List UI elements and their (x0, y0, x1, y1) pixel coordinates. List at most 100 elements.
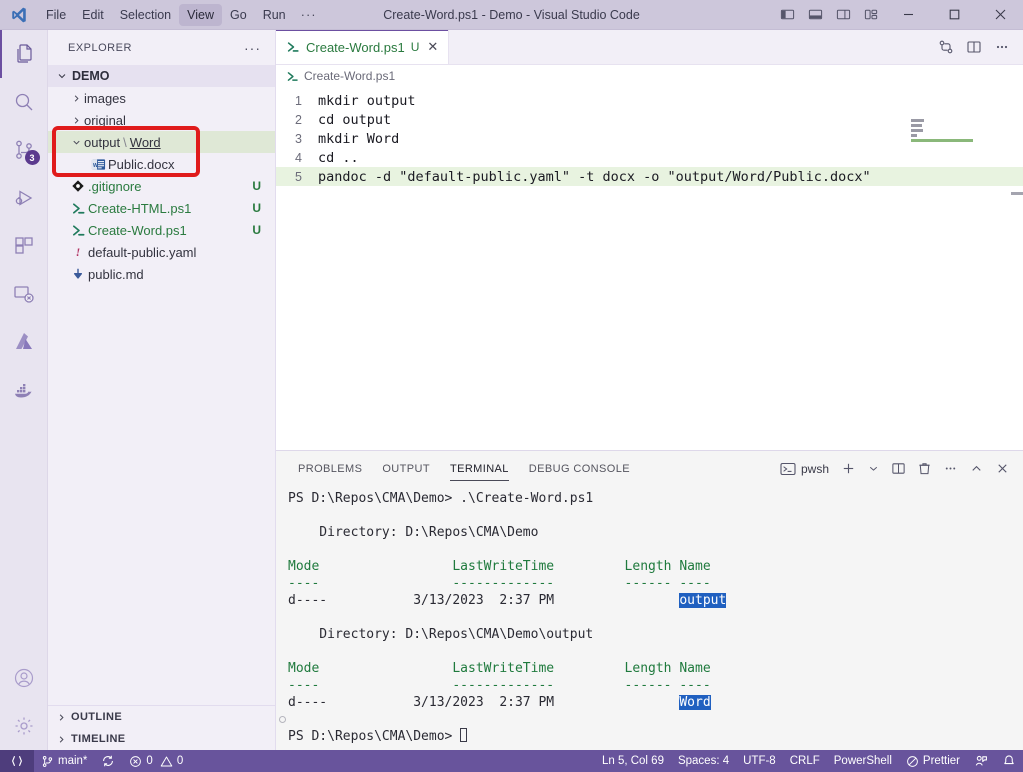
terminal-selected-text: Word (679, 695, 711, 710)
prettier-icon (907, 755, 918, 767)
menu-selection[interactable]: Selection (112, 4, 179, 26)
minimize-button[interactable] (885, 0, 931, 30)
status-indentation[interactable]: Spaces: 4 (671, 750, 736, 772)
terminal-line: Mode LastWriteTime Length Name (288, 558, 1023, 575)
workspace-root-label: DEMO (72, 69, 110, 83)
workspace-root-row[interactable]: DEMO (48, 65, 275, 87)
tree-row-default-public-yaml[interactable]: ! default-public.yaml (48, 241, 275, 263)
status-sync-changes[interactable] (94, 750, 122, 772)
editor-scrollbar[interactable] (1011, 87, 1023, 450)
bottom-panel: PROBLEMS OUTPUT TERMINAL DEBUG CONSOLE p… (276, 450, 1023, 750)
breadcrumb[interactable]: Create-Word.ps1 (276, 65, 1023, 87)
status-editor-position[interactable]: Ln 5, Col 69 (595, 750, 671, 772)
panel-tab-terminal[interactable]: TERMINAL (440, 451, 519, 486)
status-problems[interactable]: 0 0 (122, 750, 190, 772)
kill-terminal-icon[interactable] (912, 451, 937, 486)
editor-tabs-bar: Create-Word.ps1 U ✕ (276, 30, 1023, 65)
maximize-panel-icon[interactable] (964, 451, 989, 486)
status-encoding[interactable]: UTF-8 (736, 750, 783, 772)
chevron-down-icon (58, 74, 66, 79)
activitybar-item-accounts[interactable] (0, 654, 48, 702)
tree-label-compact: Word (129, 134, 161, 150)
activitybar-item-explorer[interactable] (0, 30, 48, 78)
activitybar-item-search[interactable] (0, 78, 48, 126)
menu-go[interactable]: Go (222, 4, 255, 26)
status-eol[interactable]: CRLF (783, 750, 827, 772)
terminal-output[interactable]: PS D:\Repos\CMA\Demo> .\Create-Word.ps1 … (276, 486, 1023, 750)
close-panel-icon[interactable] (990, 451, 1015, 486)
tree-row-create-html[interactable]: Create-HTML.ps1 U (48, 197, 275, 219)
status-notifications[interactable] (995, 750, 1023, 772)
panel-more-actions-icon[interactable] (938, 451, 963, 486)
panel-tab-output[interactable]: OUTPUT (372, 451, 440, 486)
timeline-section-header[interactable]: TIMELINE (48, 728, 275, 750)
live-share-icon (975, 755, 987, 766)
close-button[interactable] (977, 0, 1023, 30)
outline-label: OUTLINE (71, 711, 123, 723)
panel-tab-problems[interactable]: PROBLEMS (288, 451, 372, 486)
terminal-dropdown-icon[interactable] (862, 451, 885, 486)
toggle-panel-icon[interactable] (801, 0, 829, 30)
tree-row-create-word[interactable]: Create-Word.ps1 U (48, 219, 275, 241)
tree-row-public-md[interactable]: public.md (48, 263, 275, 285)
split-terminal-icon[interactable] (886, 451, 911, 486)
line-number: 1 (295, 93, 302, 108)
line-text: mkdir output (318, 92, 416, 109)
status-live-share[interactable] (967, 750, 995, 772)
command-decoration-icon (279, 716, 286, 723)
activitybar-item-run-and-debug[interactable] (0, 174, 48, 222)
workbench: 3 EXPLORER ··· DEMO images original outp… (0, 30, 1023, 750)
minimap[interactable] (911, 87, 1011, 450)
tree-row-output-word[interactable]: output \ Word (48, 131, 275, 153)
status-prettier[interactable]: Prettier (899, 750, 967, 772)
git-status-badge: U (252, 179, 261, 193)
tree-row-gitignore[interactable]: .gitignore U (48, 175, 275, 197)
activitybar-item-remote-explorer[interactable] (0, 270, 48, 318)
terminal-shell-selector[interactable]: pwsh (774, 461, 835, 477)
tree-label: Create-Word.ps1 (88, 222, 187, 238)
menu-edit[interactable]: Edit (74, 4, 112, 26)
toggle-secondary-sidebar-icon[interactable] (829, 0, 857, 30)
activitybar-item-extensions[interactable] (0, 222, 48, 270)
open-changes-icon[interactable] (933, 30, 959, 65)
remote-window-indicator[interactable] (0, 750, 34, 772)
tree-label: .gitignore (88, 178, 142, 194)
maximize-button[interactable] (931, 0, 977, 30)
panel-tab-debug-console[interactable]: DEBUG CONSOLE (519, 451, 640, 486)
status-bar: main* 0 0 Ln 5, Col 69 Spaces: 4 UTF-8 C… (0, 750, 1023, 772)
chevron-down-icon[interactable] (68, 137, 84, 148)
sidebar-more-actions-icon[interactable]: ··· (244, 40, 267, 56)
tree-row-original[interactable]: original (48, 109, 275, 131)
line-number: 2 (295, 112, 302, 127)
menu-view[interactable]: View (179, 3, 223, 26)
docker-icon (14, 384, 31, 398)
path-separator: \ (123, 134, 127, 150)
powershell-file-icon (286, 70, 299, 83)
activitybar-item-docker[interactable] (0, 366, 48, 414)
menu-file[interactable]: File (38, 4, 74, 26)
tree-row-public-docx[interactable]: W Public.docx (48, 153, 275, 175)
activitybar-item-azure[interactable] (0, 318, 48, 366)
more-actions-icon[interactable] (989, 30, 1015, 65)
azure-icon (15, 333, 32, 349)
line-text: pandoc -d "default-public.yaml" -t docx … (318, 168, 871, 185)
sync-icon (103, 755, 114, 767)
split-editor-icon[interactable] (961, 30, 987, 65)
activitybar-item-settings[interactable] (0, 702, 48, 750)
new-terminal-icon[interactable] (836, 451, 861, 486)
chevron-right-icon[interactable] (68, 93, 84, 104)
menu-overflow-icon[interactable]: ··· (294, 5, 324, 24)
editor-tab-create-word[interactable]: Create-Word.ps1 U ✕ (276, 30, 450, 64)
status-branch[interactable]: main* (34, 750, 94, 772)
customize-layout-icon[interactable] (857, 0, 885, 30)
outline-section-header[interactable]: OUTLINE (48, 706, 275, 728)
tree-row-images[interactable]: images (48, 87, 275, 109)
activitybar-item-source-control[interactable]: 3 (0, 126, 48, 174)
status-language-mode[interactable]: PowerShell (827, 750, 899, 772)
code-editor[interactable]: 1 mkdir output 2 cd output 3 mkdir Word … (276, 87, 1023, 450)
toggle-primary-sidebar-icon[interactable] (773, 0, 801, 30)
menu-run[interactable]: Run (255, 4, 294, 26)
titlebar-actions (773, 0, 1023, 29)
chevron-right-icon[interactable] (68, 115, 84, 126)
editor-tab-close-icon[interactable]: ✕ (427, 39, 438, 55)
